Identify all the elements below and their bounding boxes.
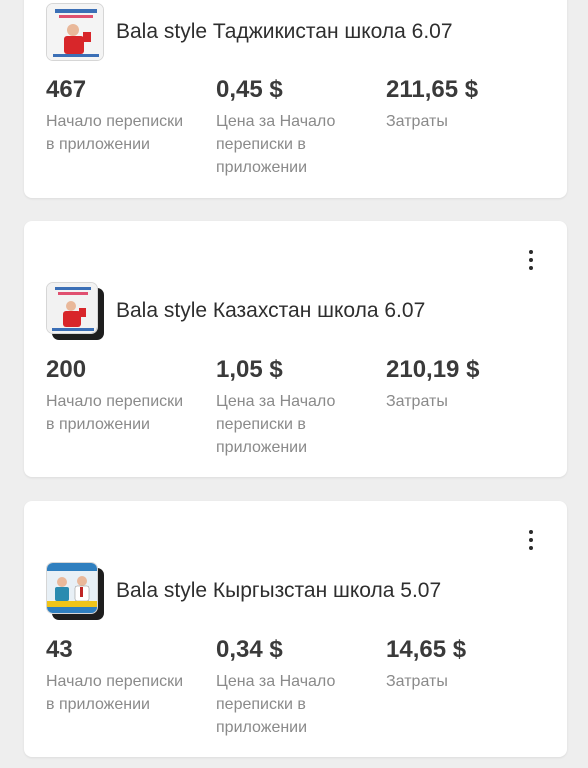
metric-label: Цена за Начало переписки в приложении: [216, 673, 336, 736]
campaign-metrics: 467 Начало переписки в приложении 0,45 $…: [46, 76, 556, 179]
campaign-metrics: 200 Начало переписки в приложении 1,05 $…: [46, 356, 556, 459]
metric-value: 43: [46, 636, 73, 663]
campaign-card[interactable]: Bala style Таджикистан школа 6.07 467 На…: [24, 0, 567, 198]
metric-value: 467: [46, 76, 87, 103]
campaign-metrics: 43 Начало переписки в приложении 0,34 $ …: [46, 636, 556, 739]
ad-creative-thumbnail: [46, 562, 98, 614]
metric-value: 1,05 $: [216, 356, 283, 383]
metric-cost-per-conversation: 1,05 $ Цена за Начало переписки в прилож…: [216, 356, 386, 459]
metric-conversations: 200 Начало переписки в приложении: [46, 356, 216, 459]
metric-value: 200: [46, 356, 87, 383]
dot: [529, 546, 533, 550]
metric-spend: 210,19 $ Затраты: [386, 356, 556, 459]
ad-creative-thumbnail: [46, 282, 98, 334]
metric-value: 210,19 $: [386, 356, 480, 383]
ad-thumbnail: [46, 3, 104, 61]
metric-label: Затраты: [386, 113, 448, 130]
metric-conversations: 43 Начало переписки в приложении: [46, 636, 216, 739]
metric-spend: 14,65 $ Затраты: [386, 636, 556, 739]
metric-label: Затраты: [386, 673, 448, 690]
metric-cost-per-conversation: 0,34 $ Цена за Начало переписки в прилож…: [216, 636, 386, 739]
metric-label: Цена за Начало переписки в приложении: [216, 393, 336, 456]
campaign-list: Bala style Таджикистан школа 6.07 467 На…: [0, 0, 588, 768]
metric-label: Начало переписки в приложении: [46, 113, 184, 153]
metric-value: 211,65 $: [386, 76, 479, 103]
more-options-icon[interactable]: [523, 248, 539, 272]
metric-label: Начало переписки в приложении: [46, 393, 184, 433]
campaign-title: Bala style Кыргызстан школа 5.07: [116, 579, 442, 602]
campaign-title: Bala style Казахстан школа 6.07: [116, 299, 426, 322]
ad-thumbnail-stack: [46, 562, 104, 620]
dot: [529, 538, 533, 542]
metric-label: Начало переписки в приложении: [46, 673, 184, 713]
metric-conversations: 467 Начало переписки в приложении: [46, 76, 216, 179]
dot: [529, 250, 533, 254]
campaign-title: Bala style Таджикистан школа 6.07: [116, 20, 453, 43]
metric-value: 0,45 $: [216, 76, 283, 103]
dot: [529, 258, 533, 262]
metric-value: 14,65 $: [386, 636, 467, 663]
ad-thumbnail-stack: [46, 282, 104, 340]
campaign-header: Bala style Кыргызстан школа 5.07: [46, 562, 441, 620]
metric-label: Цена за Начало переписки в приложении: [216, 113, 336, 176]
campaign-card[interactable]: Bala style Казахстан школа 6.07 200 Нача…: [24, 221, 567, 477]
campaign-header: Bala style Таджикистан школа 6.07: [46, 3, 453, 61]
metric-label: Затраты: [386, 393, 448, 410]
campaign-header: Bala style Казахстан школа 6.07: [46, 282, 425, 340]
metric-spend: 211,65 $ Затраты: [386, 76, 556, 179]
more-options-icon[interactable]: [523, 528, 539, 552]
metric-value: 0,34 $: [216, 636, 283, 663]
campaign-card[interactable]: Bala style Кыргызстан школа 5.07 43 Нача…: [24, 501, 567, 757]
ad-creative-thumbnail: [46, 3, 104, 61]
dot: [529, 266, 533, 270]
metric-cost-per-conversation: 0,45 $ Цена за Начало переписки в прилож…: [216, 76, 386, 179]
dot: [529, 530, 533, 534]
